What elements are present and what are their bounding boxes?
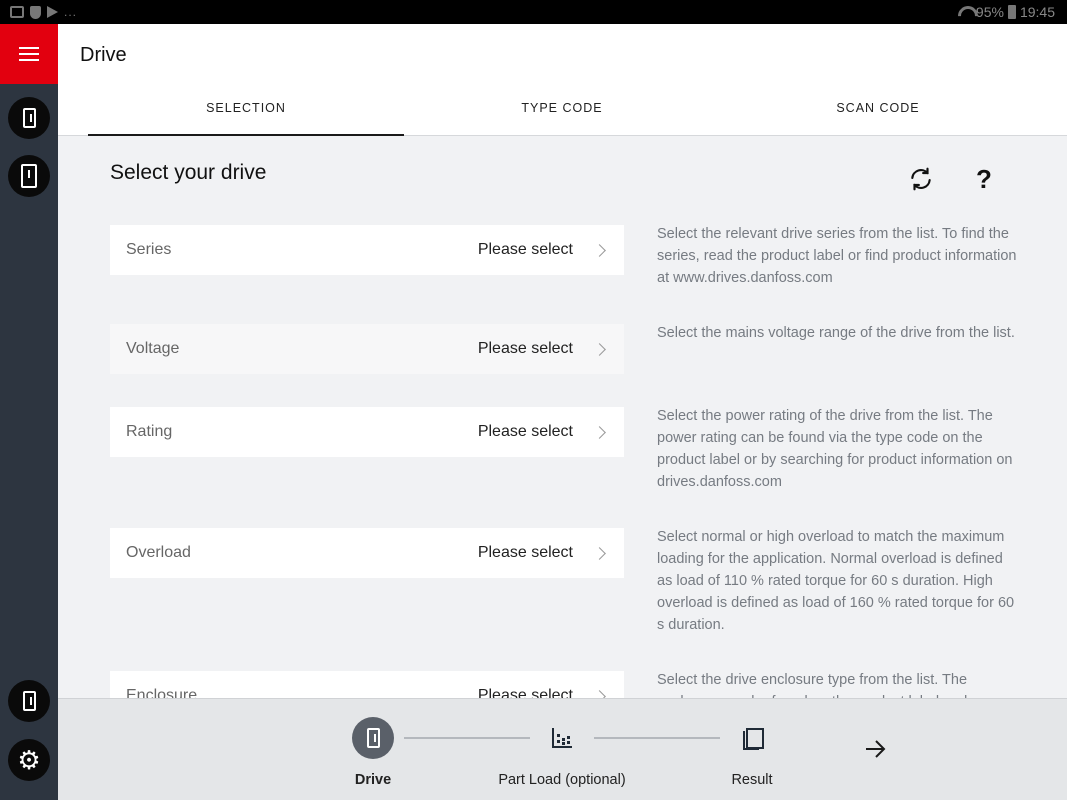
arrow-right-icon[interactable] [864,739,888,759]
chart-icon [552,728,572,748]
hamburger-icon [19,47,39,61]
refresh-button[interactable] [907,165,935,193]
app-header: Drive SELECTION TYPE CODE SCAN CODE [58,24,1067,136]
tab-scan-code[interactable]: SCAN CODE [720,90,1036,136]
eco-drive-nav-button[interactable] [8,680,50,722]
refresh-icon [911,167,931,191]
gallery-icon [10,6,24,18]
step-connector [594,737,720,739]
clock: 19:45 [1019,4,1055,20]
chevron-right-icon [593,689,606,698]
drive-selection-nav-button[interactable] [8,97,50,139]
step-result-button[interactable] [731,717,773,759]
field-label: Series [126,241,172,258]
drive-icon [21,164,37,188]
shield-icon [30,5,41,19]
field-label: Overload [126,544,191,561]
section-title: Select your drive [110,161,267,184]
drive-with-doc-icon [22,108,36,128]
step-label-result: Result [731,772,773,788]
battery-icon [1007,5,1016,19]
drive-nav-button[interactable] [8,155,50,197]
field-value: Please select [477,423,573,440]
field-label: Voltage [126,340,180,357]
progress-stepper: Drive Part Load (optional) Result [58,698,1067,800]
page-title: Drive [80,44,127,66]
menu-button[interactable] [0,24,58,84]
field-value: Please select [477,241,573,258]
tab-type-code[interactable]: TYPE CODE [404,90,720,136]
chevron-right-icon [593,546,606,560]
tab-selection[interactable]: SELECTION [88,90,404,136]
drive-selection-form: Select your drive ? Series Please select… [58,137,1067,698]
chevron-right-icon [593,243,606,257]
document-icon [743,728,764,750]
field-value: Please select [477,687,573,698]
voltage-description: Select the mains voltage range of the dr… [657,325,1015,341]
field-value: Please select [477,340,573,357]
field-label: Enclosure [126,687,198,698]
enclosure-selector[interactable]: Enclosure Please select [110,671,624,698]
rating-description: Select the power rating of the drive fro… [657,408,1013,490]
step-label-part-load: Part Load (optional) [498,772,626,788]
step-connector [404,737,530,739]
more-notifications: ... [64,5,78,19]
overload-description: Select normal or high overload to match … [657,529,1015,633]
rating-selector[interactable]: Rating Please select [110,407,624,457]
step-drive-button[interactable] [352,717,394,759]
voltage-selector[interactable]: Voltage Please select [110,324,624,374]
series-description: Select the relevant drive series from th… [657,226,1017,286]
settings-nav-button[interactable]: ⚙ [8,739,50,781]
drive-leaf-icon [22,691,36,711]
tab-bar: SELECTION TYPE CODE SCAN CODE [88,90,1036,136]
chevron-right-icon [593,425,606,439]
enclosure-description: Select the drive enclosure type from the… [657,672,968,698]
field-label: Rating [126,423,173,440]
chevron-right-icon [593,342,606,356]
drive-icon [366,728,380,748]
play-icon [47,6,58,18]
step-part-load-button[interactable] [541,717,583,759]
navigation-rail: ⚙ [0,24,58,800]
battery-percent: 95% [975,4,1004,20]
wifi-icon [958,6,972,18]
step-label-drive: Drive [354,772,392,788]
field-value: Please select [477,544,573,561]
status-bar: ... 95% 19:45 [0,0,1067,24]
gear-icon: ⚙ [17,745,41,775]
help-button[interactable]: ? [970,164,998,194]
series-selector[interactable]: Series Please select [110,225,624,275]
overload-selector[interactable]: Overload Please select [110,528,624,578]
